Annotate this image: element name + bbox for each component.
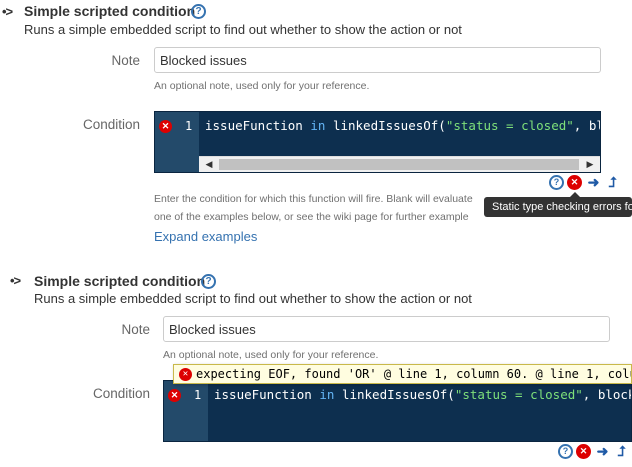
arrow-up-icon[interactable]: ⮥: [605, 175, 620, 190]
collapse-bullet-icon[interactable]: •>: [10, 273, 21, 288]
help-icon[interactable]: ?: [191, 4, 206, 19]
condition-help-line-1: Enter the condition for which this funct…: [154, 193, 473, 205]
condition-label: Condition: [82, 117, 140, 132]
section-description: Runs a simple embedded script to find ou…: [34, 291, 472, 306]
error-message-box: ✕ expecting EOF, found 'OR' @ line 1, co…: [173, 364, 632, 384]
editor-help-icon[interactable]: ?: [549, 175, 564, 190]
code-token: , blocks: [573, 118, 600, 133]
note-hint: An optional note, used only for your ref…: [154, 80, 370, 92]
horizontal-scrollbar[interactable]: ◀ ▶: [199, 156, 600, 172]
code-line[interactable]: issueFunction in linkedIssuesOf("status …: [205, 118, 600, 133]
scroll-left-icon[interactable]: ◀: [201, 157, 217, 172]
static-type-check-error-icon[interactable]: ✕: [576, 444, 591, 459]
note-hint: An optional note, used only for your ref…: [163, 349, 379, 361]
error-icon: ✕: [179, 368, 192, 381]
editor-help-icon[interactable]: ?: [558, 444, 573, 459]
section-title: Simple scripted condition: [34, 273, 206, 289]
static-type-check-error-icon[interactable]: ✕: [567, 175, 582, 190]
code-token: issueFunction: [214, 387, 320, 402]
code-string: "status = closed": [454, 387, 583, 402]
scroll-right-icon[interactable]: ▶: [582, 157, 598, 172]
section-description: Runs a simple embedded script to find ou…: [24, 22, 462, 37]
code-keyword: in: [319, 387, 335, 402]
note-label: Note: [121, 322, 150, 337]
scroll-thumb[interactable]: [219, 159, 579, 170]
section-title: Simple scripted condition: [24, 3, 196, 19]
expand-examples-link[interactable]: Expand examples: [154, 229, 257, 244]
line-error-icon[interactable]: ✕: [168, 389, 181, 402]
condition-help-line-2: one of the examples below, or see the wi…: [154, 211, 469, 223]
code-line[interactable]: issueFunction in linkedIssuesOf("status …: [214, 387, 631, 402]
note-input[interactable]: [163, 316, 610, 342]
help-icon[interactable]: ?: [201, 274, 216, 289]
code-editor[interactable]: ✕ 1 issueFunction in linkedIssuesOf("sta…: [154, 111, 601, 173]
code-editor[interactable]: ✕ 1 issueFunction in linkedIssuesOf("sta…: [163, 380, 632, 442]
collapse-bullet-icon[interactable]: •>: [2, 4, 13, 19]
line-error-icon[interactable]: ✕: [159, 120, 172, 133]
arrow-up-icon[interactable]: ⮥: [614, 444, 629, 459]
code-token: linkedIssuesOf(: [325, 118, 446, 133]
note-label: Note: [111, 53, 140, 68]
run-arrow-right-icon[interactable]: ➜: [586, 175, 601, 190]
run-arrow-right-icon[interactable]: ➜: [595, 444, 610, 459]
note-input[interactable]: [154, 47, 601, 73]
code-token: linkedIssuesOf(: [334, 387, 455, 402]
condition-label: Condition: [92, 386, 150, 401]
code-token: , blocks: [582, 387, 631, 402]
static-type-tooltip: Static type checking errors fo: [484, 197, 632, 217]
error-message-text: expecting EOF, found 'OR' @ line 1, colu…: [196, 367, 632, 381]
line-number: 1: [194, 388, 202, 402]
code-token: issueFunction: [205, 118, 311, 133]
code-string: "status = closed": [445, 118, 574, 133]
line-number: 1: [185, 119, 193, 133]
code-keyword: in: [310, 118, 326, 133]
